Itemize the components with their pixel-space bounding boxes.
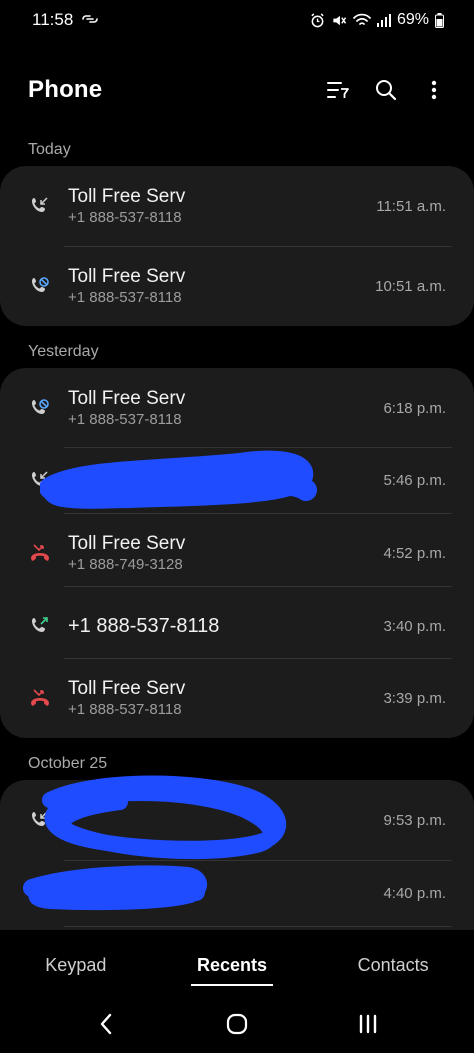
outgoing-call-icon [28,614,52,638]
call-text: Toll Free Serv +1 888-537-8118 [68,185,185,228]
call-row[interactable]: Toll Free Serv +1 888-537-8118 3:39 p.m. [0,658,474,738]
tab-keypad[interactable]: Keypad [39,951,112,980]
search-icon[interactable] [374,78,398,102]
status-bar: 11:58 69% [0,0,474,40]
caller-number: +1 888-537-8118 [68,208,182,226]
link-icon [81,10,99,30]
battery-text: 69% [396,11,429,28]
caller-number: +1 888-537-8118 [68,410,182,428]
call-time: 9:53 p.m. [383,811,446,829]
status-time: 11:58 [32,10,74,29]
call-row[interactable]: 4:40 p.m. [0,853,474,930]
caller-name: Toll Free Serv [68,532,186,554]
calls-card-yesterday: Toll Free Serv +1 888-537-8118 6:18 p.m.… [0,368,474,738]
call-text: Toll Free Serv +1 888-537-8118 [68,677,185,720]
wifi-icon [353,13,371,27]
caller-name: Toll Free Serv [68,387,186,409]
missed-call-icon [28,686,52,710]
status-left: 11:58 [32,10,99,30]
blocked-call-icon [28,274,52,298]
call-row[interactable]: 5:46 p.m. [0,440,474,520]
app-header: Phone [0,62,474,118]
blocked-call-icon [28,396,52,420]
call-time: 11:51 a.m. [376,197,446,215]
divider [64,926,452,927]
more-options-icon[interactable] [422,78,446,102]
calls-card-today: Toll Free Serv +1 888-537-8118 11:51 a.m… [0,166,474,326]
call-time: 3:40 p.m. [383,617,446,635]
caller-number: +1 888-749-3128 [68,555,183,573]
system-nav-bar [0,995,474,1053]
call-row[interactable]: Toll Free Serv +1 888-749-3128 4:52 p.m. [0,513,474,593]
call-time: 4:40 p.m. [383,884,446,902]
section-label-october-25: October 25 [28,755,108,772]
call-text: Toll Free Serv +1 888-537-8118 [68,265,185,308]
caller-number: +1 888-537-8118 [68,288,182,306]
battery-icon [435,12,444,28]
incoming-call-icon [28,468,52,492]
home-icon[interactable] [217,1004,257,1044]
call-row[interactable]: 9:53 p.m. [0,780,474,860]
call-time: 6:18 p.m. [383,399,446,417]
header-actions [326,78,446,102]
tab-recents[interactable]: Recents [190,951,274,986]
call-row[interactable]: Toll Free Serv +1 888-537-8118 11:51 a.m… [0,166,474,246]
call-time: 10:51 a.m. [375,277,446,295]
filter-icon[interactable] [326,78,350,102]
caller-name: +1 888-537-8118 [68,614,220,637]
call-time: 5:46 p.m. [383,471,446,489]
mute-icon [331,13,347,28]
recent-apps-icon[interactable] [348,1004,388,1044]
caller-number: +1 888-537-8118 [68,700,182,718]
call-text: +1 888-537-8118 [68,615,219,638]
bottom-tab-bar: Keypad Recents Contacts [0,940,474,990]
page-title: Phone [28,76,103,103]
signal-icon [376,13,391,27]
incoming-call-icon [28,808,52,832]
section-label-today: Today [28,141,71,158]
caller-name: Toll Free Serv [68,265,186,287]
call-row[interactable]: Toll Free Serv +1 888-537-8118 6:18 p.m. [0,368,474,448]
call-time: 3:39 p.m. [383,689,446,707]
call-time: 4:52 p.m. [383,544,446,562]
alarm-icon [310,12,325,28]
caller-name: Toll Free Serv [68,677,186,699]
calls-card-october-25: 9:53 p.m. 4:40 p.m. [0,780,474,930]
missed-call-icon [28,541,52,565]
incoming-call-icon [28,881,52,905]
call-row[interactable]: Toll Free Serv +1 888-537-8118 10:51 a.m… [0,246,474,326]
call-text: Toll Free Serv +1 888-537-8118 [68,387,185,430]
call-text: Toll Free Serv +1 888-749-3128 [68,532,185,575]
status-right: 69% [310,11,444,29]
incoming-call-icon [28,194,52,218]
back-icon[interactable] [86,1004,126,1044]
caller-name: Toll Free Serv [68,185,186,207]
tab-contacts[interactable]: Contacts [352,951,435,980]
section-label-yesterday: Yesterday [28,343,99,360]
call-row[interactable]: +1 888-537-8118 3:40 p.m. [0,586,474,666]
